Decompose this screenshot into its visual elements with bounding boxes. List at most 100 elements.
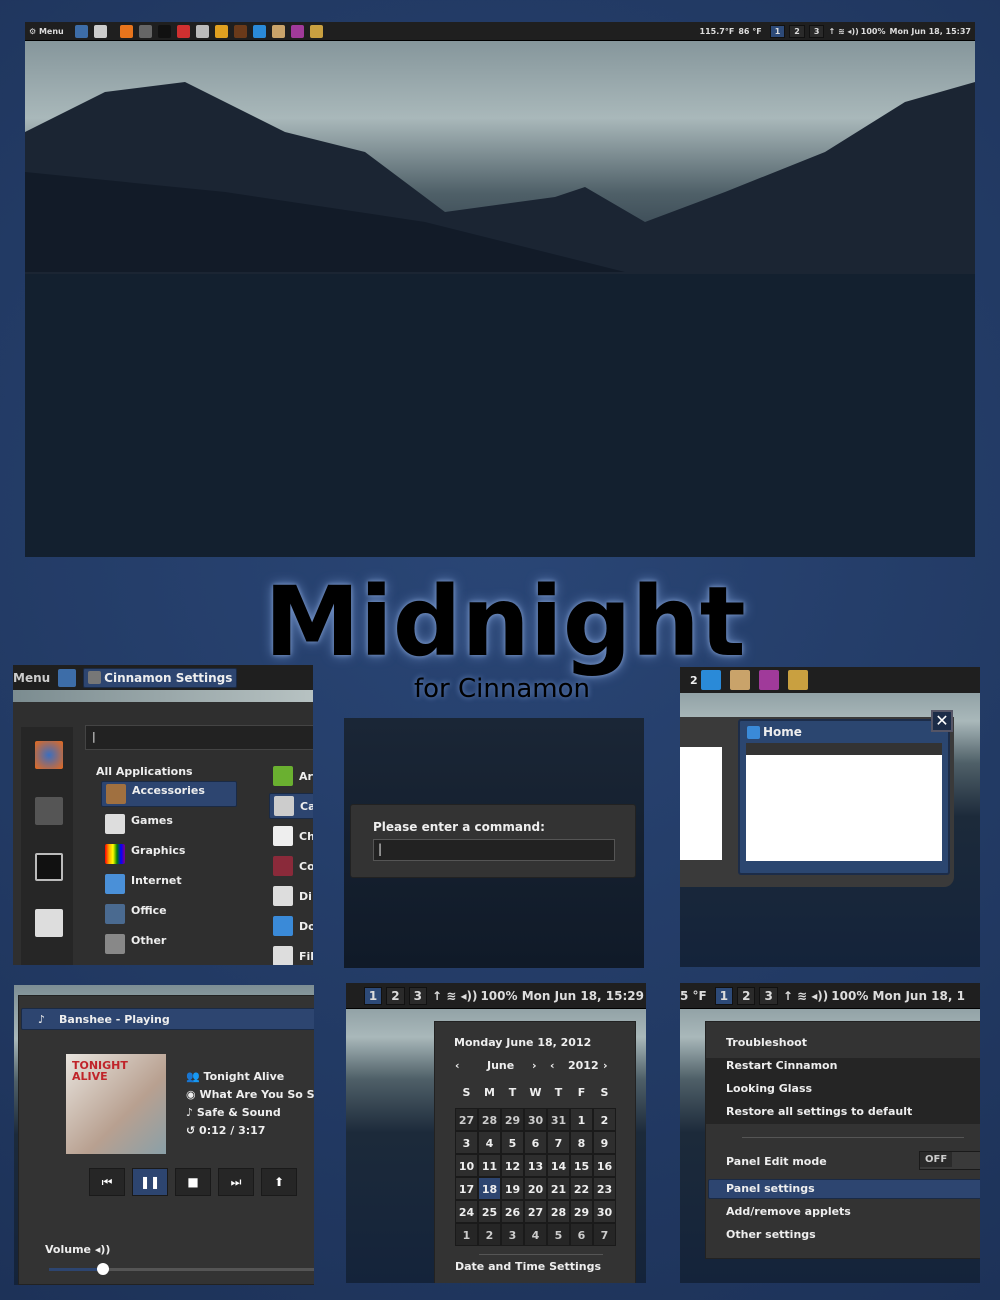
- category-office[interactable]: Office: [101, 901, 237, 927]
- clock[interactable]: Mon Jun 18, 15:29: [522, 989, 644, 1003]
- calendar-day[interactable]: 14: [547, 1154, 570, 1177]
- calendar-day[interactable]: 4: [524, 1223, 547, 1246]
- calendar-day[interactable]: 5: [501, 1131, 524, 1154]
- next-month[interactable]: ›: [532, 1059, 537, 1072]
- calendar-day[interactable]: 3: [501, 1223, 524, 1246]
- files-icon[interactable]: [93, 24, 107, 38]
- calendar-day[interactable]: 8: [570, 1131, 593, 1154]
- calendar-day[interactable]: 23: [593, 1177, 616, 1200]
- calendar-day[interactable]: 7: [547, 1131, 570, 1154]
- calendar-day[interactable]: 12: [501, 1154, 524, 1177]
- troubleshoot-submenu[interactable]: Troubleshoot: [726, 1036, 807, 1049]
- nemo-icon[interactable]: [700, 670, 721, 690]
- calendar-day[interactable]: 11: [478, 1154, 501, 1177]
- calendar-day[interactable]: 30: [524, 1108, 547, 1131]
- calendar-day[interactable]: 28: [478, 1108, 501, 1131]
- calendar-day[interactable]: 19: [501, 1177, 524, 1200]
- menu-button[interactable]: ⚙ Menu: [29, 27, 64, 36]
- calendar-day[interactable]: 6: [524, 1131, 547, 1154]
- close-icon[interactable]: ✕: [931, 710, 953, 732]
- calendar-day[interactable]: 18: [478, 1177, 501, 1200]
- tray-icons[interactable]: ↑ ≋ ◂)): [432, 989, 477, 1003]
- category-graphics[interactable]: Graphics: [101, 841, 237, 867]
- terminal-icon[interactable]: [35, 853, 63, 881]
- banshee-icon[interactable]: [214, 24, 228, 38]
- calendar-day[interactable]: 27: [455, 1108, 478, 1131]
- workspace-2[interactable]: 2: [789, 24, 805, 38]
- tray-icons[interactable]: ↑ ≋ ◂)): [828, 27, 858, 36]
- category-other[interactable]: Other: [101, 931, 237, 957]
- gimp-icon[interactable]: [271, 24, 285, 38]
- app-item[interactable]: Ca: [269, 793, 313, 819]
- calendar-day[interactable]: 22: [570, 1177, 593, 1200]
- calendar-day[interactable]: 30: [593, 1200, 616, 1223]
- calendar-day[interactable]: 10: [455, 1154, 478, 1177]
- all-applications[interactable]: All Applications: [96, 765, 193, 778]
- menu-item[interactable]: Restore all settings to default: [726, 1105, 912, 1118]
- pause-button[interactable]: ❚❚: [132, 1168, 168, 1196]
- workspace-3[interactable]: 3: [759, 986, 778, 1005]
- eject-button[interactable]: ⬆: [261, 1168, 297, 1196]
- presentation-icon[interactable]: [233, 24, 247, 38]
- menu-item[interactable]: Restart Cinnamon: [726, 1059, 837, 1072]
- edit-mode-toggle[interactable]: OFF: [919, 1151, 980, 1170]
- empathy-icon[interactable]: [290, 24, 304, 38]
- workspace-3[interactable]: 3: [808, 24, 825, 38]
- menu-item[interactable]: Looking Glass: [726, 1082, 812, 1095]
- calendar-day[interactable]: 4: [478, 1131, 501, 1154]
- calendar-day[interactable]: 26: [501, 1200, 524, 1223]
- tray-icons[interactable]: ↑ ≋ ◂)): [783, 989, 828, 1003]
- settings-icon[interactable]: [138, 24, 152, 38]
- firefox-icon[interactable]: [35, 741, 63, 769]
- calendar-day[interactable]: 1: [570, 1108, 593, 1131]
- desktop-icon[interactable]: [74, 24, 88, 38]
- prev-month[interactable]: ‹: [455, 1059, 460, 1072]
- clock[interactable]: Mon Jun 18, 1: [873, 989, 965, 1003]
- calendar-day[interactable]: 1: [455, 1223, 478, 1246]
- category-games[interactable]: Games: [101, 811, 237, 837]
- next-year[interactable]: ›: [603, 1059, 608, 1072]
- workspace-3[interactable]: 3: [408, 986, 427, 1005]
- calendar-day[interactable]: 7: [593, 1223, 616, 1246]
- files-icon[interactable]: [35, 909, 63, 937]
- app-item[interactable]: Do: [269, 913, 313, 939]
- calendar-day[interactable]: 31: [547, 1108, 570, 1131]
- calendar-day[interactable]: 3: [455, 1131, 478, 1154]
- previous-button[interactable]: ⏮: [89, 1168, 125, 1196]
- calendar-day[interactable]: 25: [478, 1200, 501, 1223]
- workspace-1[interactable]: 1: [714, 986, 734, 1005]
- date-time-settings-link[interactable]: Date and Time Settings: [455, 1260, 601, 1273]
- app-item[interactable]: Di: [269, 883, 313, 909]
- calendar-day[interactable]: 15: [570, 1154, 593, 1177]
- terminal-icon[interactable]: [157, 24, 171, 38]
- player-header[interactable]: ♪ Banshee - Playing: [21, 1008, 314, 1030]
- menu-item[interactable]: Other settings: [726, 1228, 816, 1241]
- workspace-1[interactable]: 1: [769, 24, 786, 38]
- calendar-day[interactable]: 27: [524, 1200, 547, 1223]
- desktop-icon[interactable]: [58, 668, 77, 687]
- menu-search-input[interactable]: |: [85, 725, 313, 750]
- calendar-day[interactable]: 28: [547, 1200, 570, 1223]
- calendar-day[interactable]: 29: [501, 1108, 524, 1131]
- category-accessories[interactable]: Accessories: [101, 781, 237, 807]
- app-item[interactable]: Co: [269, 853, 313, 879]
- settings-icon[interactable]: [35, 797, 63, 825]
- clock[interactable]: Mon Jun 18, 15:37: [889, 27, 971, 36]
- stop-button[interactable]: ■: [175, 1168, 211, 1196]
- calendar-day[interactable]: 29: [570, 1200, 593, 1223]
- app-item[interactable]: Fil: [269, 943, 313, 965]
- volume-knob[interactable]: [97, 1263, 109, 1275]
- workspace-1[interactable]: 1: [363, 986, 383, 1005]
- empathy-icon[interactable]: [758, 670, 779, 690]
- calendar-day[interactable]: 16: [593, 1154, 616, 1177]
- calendar-day[interactable]: 5: [547, 1223, 570, 1246]
- workspace-2[interactable]: 2: [737, 986, 756, 1005]
- menu-button[interactable]: Menu: [13, 671, 50, 685]
- inkscape-icon[interactable]: [309, 24, 323, 38]
- taskbar-window[interactable]: Cinnamon Settings: [83, 667, 238, 688]
- app-item[interactable]: Ch: [269, 823, 313, 849]
- calendar-day[interactable]: 20: [524, 1177, 547, 1200]
- firefox-icon[interactable]: [119, 24, 133, 38]
- menu-item[interactable]: Add/remove applets: [726, 1205, 851, 1218]
- calendar-day[interactable]: 21: [547, 1177, 570, 1200]
